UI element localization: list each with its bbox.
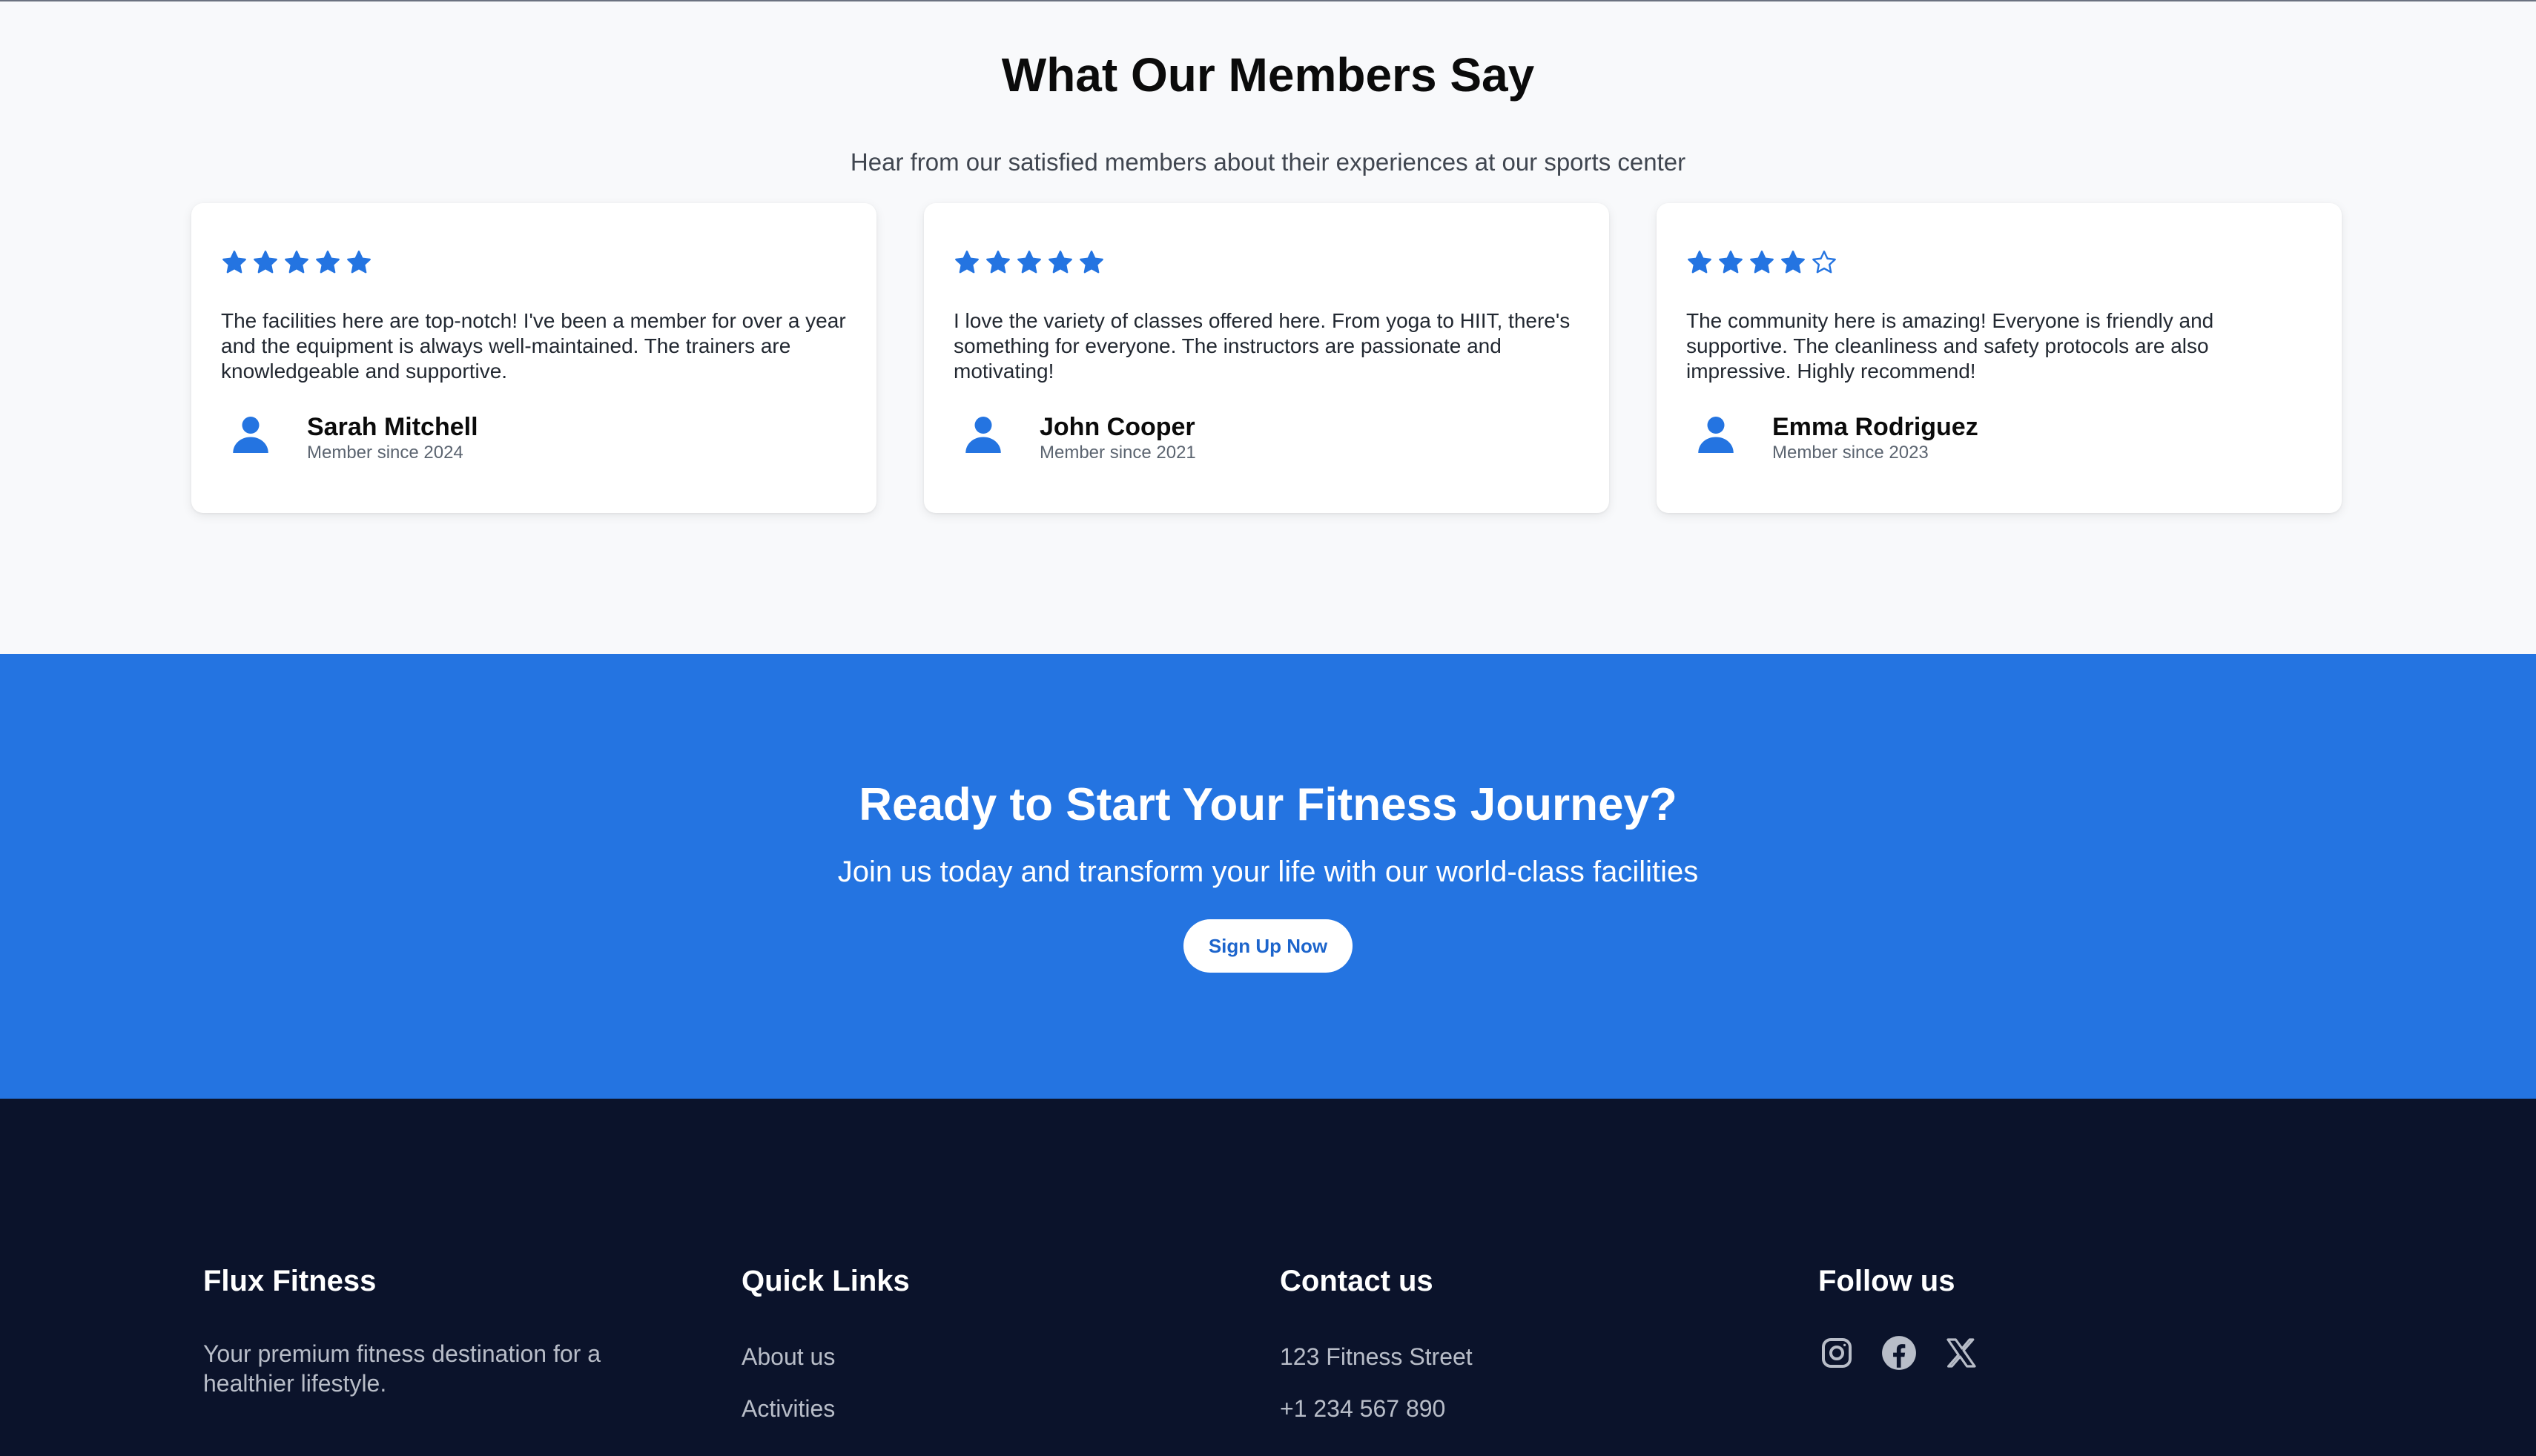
cta-title: Ready to Start Your Fitness Journey? — [859, 779, 1677, 830]
footer-link-activities[interactable]: Activities — [742, 1394, 910, 1423]
star-rating — [954, 249, 1579, 276]
sign-up-button[interactable]: Sign Up Now — [1183, 919, 1353, 973]
star-filled-icon — [1080, 251, 1103, 274]
footer-quick-links-column: Quick Links About us Activities — [742, 1263, 910, 1423]
star-filled-icon — [1688, 251, 1711, 274]
testimonial-author: Emma Rodriguez Member since 2023 — [1686, 412, 1978, 471]
section-title: What Our Members Say — [1001, 48, 1535, 102]
cta-section: Ready to Start Your Fitness Journey? Joi… — [0, 654, 2536, 1099]
star-filled-icon — [285, 251, 308, 274]
testimonial-quote: The community here is amazing! Everyone … — [1686, 309, 2214, 383]
footer-brand-column: Flux Fitness Your premium fitness destin… — [203, 1263, 648, 1398]
star-filled-icon — [955, 251, 979, 274]
member-since: Member since 2021 — [1040, 443, 1196, 463]
star-filled-icon — [1750, 251, 1774, 274]
site-footer: Flux Fitness Your premium fitness destin… — [0, 1099, 2536, 1456]
contact-phone: +1 234 567 890 — [1280, 1395, 1446, 1422]
footer-follow-column: Follow us — [1818, 1263, 1980, 1371]
footer-contact-column: Contact us 123 Fitness Street +1 234 567… — [1280, 1263, 1473, 1423]
author-name: Sarah Mitchell — [307, 413, 478, 441]
footer-contact-title: Contact us — [1280, 1265, 1433, 1297]
testimonial-quote: I love the variety of classes offered he… — [954, 309, 1571, 383]
member-since: Member since 2024 — [307, 443, 463, 463]
star-filled-icon — [1781, 251, 1805, 274]
star-filled-icon — [1017, 251, 1041, 274]
footer-quick-links-title: Quick Links — [742, 1265, 910, 1297]
author-name: Emma Rodriguez — [1772, 413, 1978, 441]
star-filled-icon — [986, 251, 1010, 274]
footer-link-about[interactable]: About us — [742, 1342, 910, 1371]
x-icon[interactable] — [1943, 1334, 1980, 1371]
footer-brand-title: Flux Fitness — [203, 1265, 377, 1297]
social-links — [1818, 1334, 1980, 1371]
testimonial-cards: The facilities here are top-notch! I've … — [191, 203, 2342, 513]
testimonial-author: Sarah Mitchell Member since 2024 — [221, 412, 478, 471]
testimonial-quote: The facilities here are top-notch! I've … — [221, 309, 846, 383]
star-rating — [221, 249, 847, 276]
footer-brand-description: Your premium fitness destination for a h… — [203, 1340, 601, 1397]
testimonial-card: The community here is amazing! Everyone … — [1657, 203, 2342, 513]
contact-address: 123 Fitness Street — [1280, 1343, 1473, 1370]
member-since: Member since 2023 — [1772, 443, 1929, 463]
cta-subtitle: Join us today and transform your life wi… — [837, 856, 1699, 888]
star-filled-icon — [1719, 251, 1743, 274]
facebook-icon[interactable] — [1880, 1334, 1918, 1371]
star-rating — [1686, 249, 2312, 276]
user-icon — [954, 412, 1013, 471]
footer-follow-title: Follow us — [1818, 1265, 1955, 1297]
user-icon — [221, 412, 280, 471]
instagram-icon[interactable] — [1818, 1334, 1855, 1371]
star-filled-icon — [254, 251, 277, 274]
section-subtitle: Hear from our satisfied members about th… — [850, 148, 1686, 176]
testimonial-card: The facilities here are top-notch! I've … — [191, 203, 876, 513]
user-icon — [1686, 412, 1746, 471]
author-name: John Cooper — [1040, 413, 1195, 441]
star-filled-icon — [1049, 251, 1072, 274]
star-outline-icon — [1812, 251, 1836, 274]
star-filled-icon — [316, 251, 340, 274]
testimonials-section: What Our Members Say Hear from our satis… — [0, 1, 2536, 654]
testimonial-author: John Cooper Member since 2021 — [954, 412, 1196, 471]
star-filled-icon — [222, 251, 246, 274]
testimonial-card: I love the variety of classes offered he… — [924, 203, 1609, 513]
star-filled-icon — [347, 251, 371, 274]
